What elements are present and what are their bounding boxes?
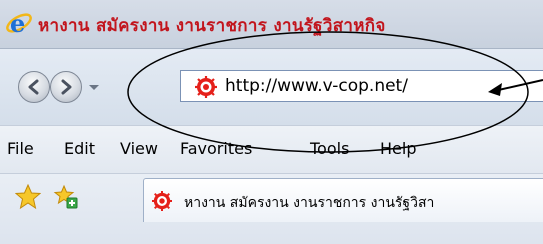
back-arrow-icon: [28, 79, 39, 95]
tab-title: หางาน สมัครงาน งานราชการ งานรัฐวิสา: [184, 195, 435, 211]
dropdown-arrow-icon[interactable]: [88, 84, 100, 92]
browser-tab[interactable]: หางาน สมัครงาน งานราชการ งานรัฐวิสา: [143, 178, 543, 222]
address-input[interactable]: http://www.v-cop.net/: [180, 70, 543, 102]
menu-file[interactable]: File: [7, 139, 34, 158]
add-favorite-icon[interactable]: [53, 184, 79, 210]
menu-view[interactable]: View: [120, 139, 158, 158]
forward-button[interactable]: [50, 71, 82, 103]
address-toolbar: http://www.v-cop.net/: [0, 49, 543, 125]
favorites-bar: หางาน สมัครงาน งานราชการ งานรัฐวิสา: [0, 173, 543, 244]
url-text[interactable]: http://www.v-cop.net/: [225, 76, 408, 96]
menu-edit[interactable]: Edit: [64, 139, 95, 158]
ie-icon: e: [6, 9, 32, 38]
menu-bar: File Edit View Favorites Tools Help: [0, 125, 543, 173]
site-favicon: [152, 191, 172, 211]
star-icon[interactable]: [15, 184, 41, 210]
menu-tools[interactable]: Tools: [310, 139, 349, 158]
menu-favorites[interactable]: Favorites: [180, 139, 252, 158]
svg-text:e: e: [10, 9, 25, 38]
window-title: หางาน สมัครงาน งานราชการ งานรัฐวิสาหกิจ: [38, 16, 386, 36]
site-favicon: [195, 76, 217, 98]
back-button[interactable]: [18, 71, 50, 103]
menu-help[interactable]: Help: [380, 139, 416, 158]
forward-arrow-icon: [61, 79, 72, 95]
title-bar: e หางาน สมัครงาน งานราชการ งานรัฐวิสาหกิ…: [0, 0, 543, 49]
